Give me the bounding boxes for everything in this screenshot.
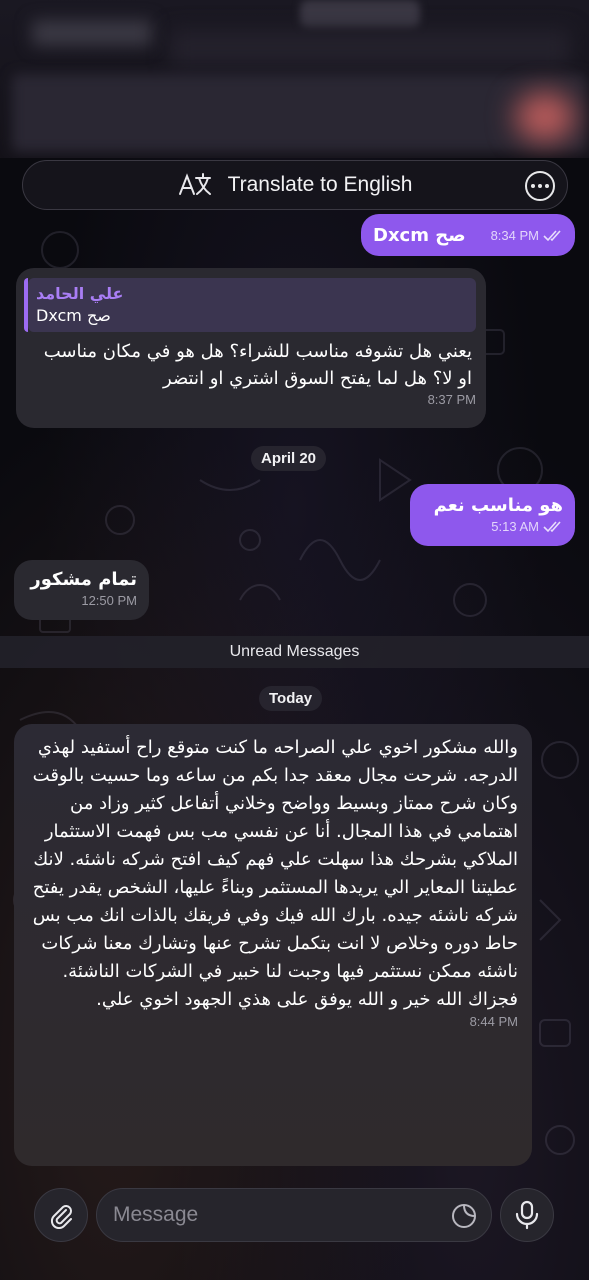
paperclip-icon [50,1205,72,1229]
translate-icon [178,173,211,195]
message-meta: 8:44 PM [28,1014,518,1029]
translate-bar[interactable]: Translate to English [22,160,568,210]
sticker-icon[interactable] [451,1203,477,1229]
message-meta: 8:37 PM [28,392,476,407]
unread-messages-divider: Unread Messages [0,636,589,668]
reply-text: صح Dxcm [36,306,111,325]
chat-header-blurred [0,0,589,158]
message-outgoing[interactable]: هو مناسب نعم 5:13 AM [410,484,575,546]
message-meta: 5:13 AM [422,519,563,534]
microphone-icon [515,1200,539,1230]
message-input[interactable]: Message [96,1188,492,1242]
composer-bar: Message [0,1180,589,1280]
message-meta: 8:34 PM [491,228,563,243]
message-time: 8:37 PM [427,392,476,407]
more-options-icon[interactable] [525,171,555,201]
message-text: صح Dxcm [373,225,466,246]
message-text: تمام مشكور [30,569,137,590]
reply-author: علي الحامد [36,284,124,303]
reply-quote[interactable]: علي الحامد صح Dxcm [24,278,476,332]
double-check-icon [543,520,561,532]
message-text: يعني هل تشوفه مناسب للشراء؟ هل هو في مكا… [43,341,472,389]
message-time: 5:13 AM [491,519,539,534]
double-check-icon [543,229,561,241]
message-placeholder: Message [113,1203,199,1226]
message-outgoing[interactable]: صح Dxcm 8:34 PM [361,214,575,256]
message-meta: 12:50 PM [26,593,137,608]
message-text: هو مناسب نعم [433,495,563,516]
translate-label: Translate to English [227,173,413,196]
voice-button[interactable] [500,1188,554,1242]
message-incoming[interactable]: والله مشكور اخوي علي الصراحه ما كنت متوق… [14,724,532,1166]
message-incoming[interactable]: تمام مشكور 12:50 PM [14,560,149,620]
message-time: 8:44 PM [469,1014,518,1029]
date-separator: April 20 [251,446,327,471]
message-text: والله مشكور اخوي علي الصراحه ما كنت متوق… [32,737,518,1010]
date-separator: Today [259,686,323,711]
message-incoming[interactable]: علي الحامد صح Dxcm يعني هل تشوفه مناسب ل… [16,268,486,428]
attach-button[interactable] [34,1188,88,1242]
message-time: 12:50 PM [81,593,137,608]
message-time: 8:34 PM [490,228,539,243]
